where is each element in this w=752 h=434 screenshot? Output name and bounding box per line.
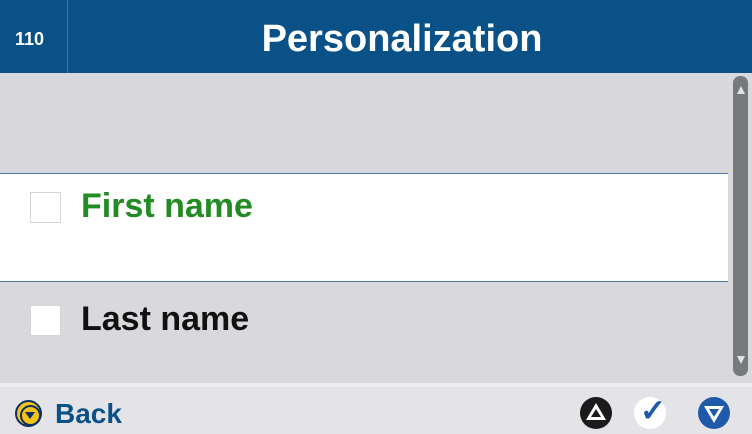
confirm-button[interactable]: ✓ [634,393,666,429]
first-name-checkbox[interactable] [30,192,61,223]
back-icon[interactable] [15,400,42,427]
back-label: Back [55,398,122,429]
list-item-first-name[interactable]: First name [0,174,728,282]
title-bar: 110 Personalization [0,0,752,73]
scroll-up-button[interactable] [580,397,612,429]
empty-list-row [0,73,728,174]
back-button[interactable]: Back [15,393,165,433]
scrollbar-thumb[interactable] [733,76,748,376]
screen-number: 110 [0,0,68,73]
last-name-label: Last name [81,300,250,338]
up-arrow-icon [586,403,606,420]
softkey-footer: Back ✓ [0,383,752,434]
list-item-last-name[interactable]: Last name [0,282,728,383]
last-name-checkbox[interactable] [30,305,61,336]
scroll-down-arrow-icon[interactable] [737,356,745,364]
scroll-down-button[interactable] [698,397,730,429]
down-arrow-icon [704,406,724,423]
vertical-scrollbar[interactable] [728,73,752,383]
first-name-label: First name [81,187,253,225]
page-title: Personalization [261,18,543,60]
scroll-up-arrow-icon[interactable] [737,86,745,94]
check-icon: ✓ [640,393,666,428]
personalization-list: First name Last name [0,73,728,383]
